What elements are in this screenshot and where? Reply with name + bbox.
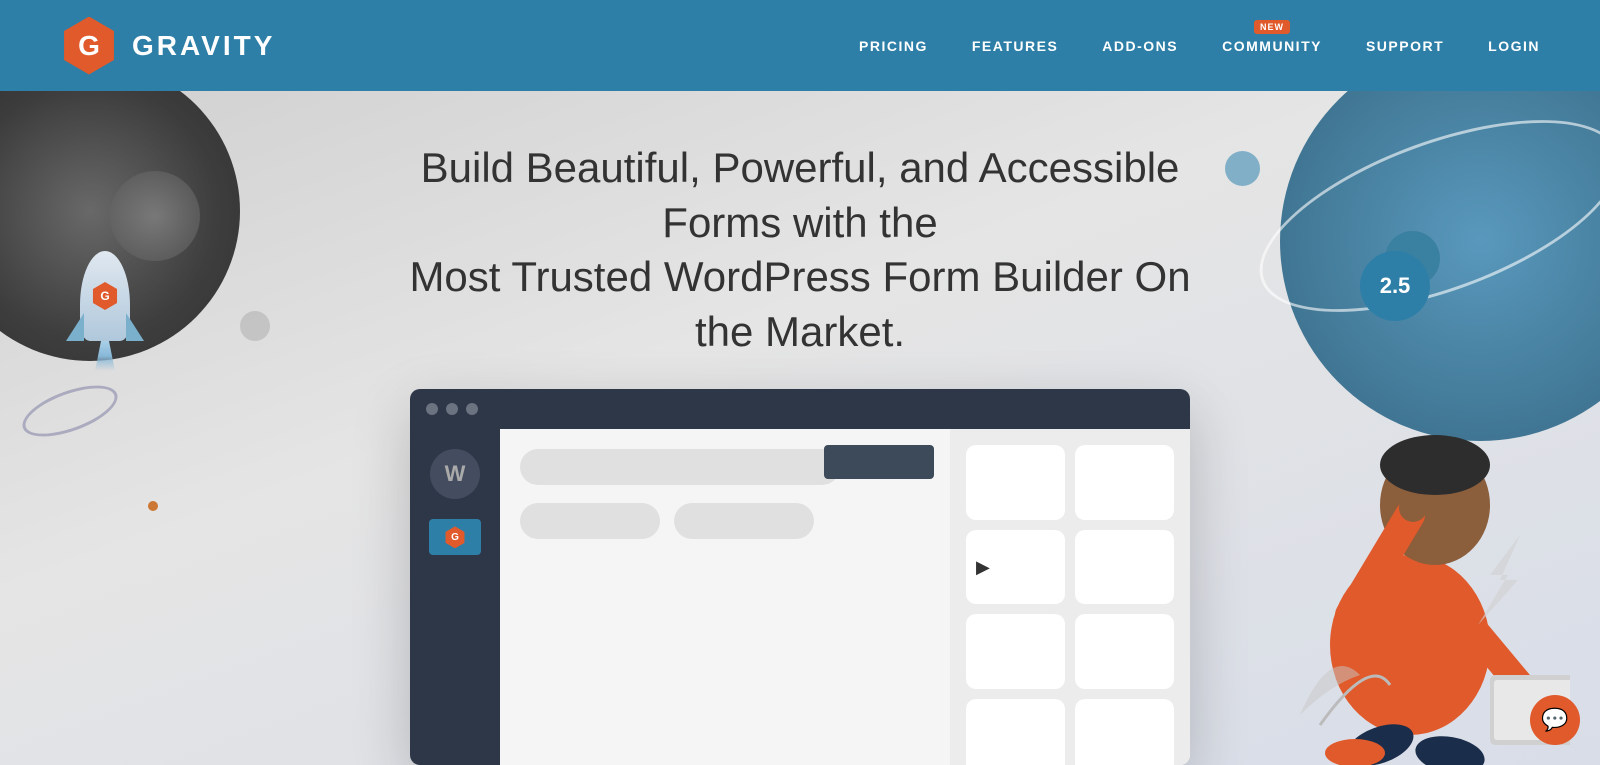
rocket-fin-left — [66, 313, 84, 341]
rocket-illustration: G — [60, 251, 150, 371]
browser-right-panel: ▶ — [950, 429, 1190, 765]
form-bar-left — [520, 503, 660, 539]
browser-main — [500, 429, 950, 765]
card-2 — [1075, 445, 1174, 520]
rocket-dot — [148, 501, 158, 511]
browser-mockup: W G ▶ — [410, 389, 1190, 765]
hero-section: G Build Beautiful, Powerful, and Accessi… — [0, 91, 1600, 765]
cursor-icon: ▶ — [976, 557, 990, 578]
browser-dot-2 — [446, 403, 458, 415]
sidebar-gravity-btn[interactable]: G — [429, 519, 481, 555]
chat-icon: 💬 — [1541, 707, 1568, 733]
nav-login[interactable]: LOGIN — [1488, 38, 1540, 54]
version-badge: 2.5 — [1360, 251, 1430, 321]
logo-area: G GRAVITY — [60, 17, 275, 75]
form-bars-row — [520, 503, 930, 539]
card-5 — [966, 614, 1065, 689]
hero-text: Build Beautiful, Powerful, and Accessibl… — [400, 141, 1200, 359]
browser-sidebar: W G — [410, 429, 500, 765]
bg-circle-blue-medium — [1225, 151, 1260, 186]
nav-community[interactable]: NEW COMMUNITY — [1222, 38, 1322, 54]
browser-dot-1 — [426, 403, 438, 415]
bg-circle-small — [110, 171, 200, 261]
sidebar-gravity-icon: G — [444, 526, 466, 548]
rocket-logo: G — [91, 282, 119, 310]
nav-features[interactable]: FEATURES — [972, 38, 1058, 54]
card-1 — [966, 445, 1065, 520]
hero-title: Build Beautiful, Powerful, and Accessibl… — [400, 141, 1200, 359]
rocket-fin-right — [126, 313, 144, 341]
logo-text: GRAVITY — [132, 30, 275, 62]
browser-titlebar — [410, 389, 1190, 429]
form-action-btn[interactable] — [824, 445, 934, 479]
nav-links: PRICING FEATURES ADD-ONS NEW COMMUNITY S… — [859, 38, 1540, 54]
rocket-flame — [95, 341, 115, 371]
card-4 — [1075, 530, 1174, 605]
card-7 — [966, 699, 1065, 765]
rocket-body: G — [80, 251, 130, 341]
planet-ring — [16, 375, 124, 447]
card-8 — [1075, 699, 1174, 765]
navbar: G GRAVITY PRICING FEATURES ADD-ONS NEW C… — [0, 0, 1600, 91]
nav-support[interactable]: SUPPORT — [1366, 38, 1444, 54]
browser-dot-3 — [466, 403, 478, 415]
logo-icon: G — [60, 17, 118, 75]
chat-button[interactable]: 💬 — [1530, 695, 1580, 745]
form-bar-right — [674, 503, 814, 539]
nav-pricing[interactable]: PRICING — [859, 38, 928, 54]
card-6 — [1075, 614, 1174, 689]
wp-icon: W — [430, 449, 480, 499]
nav-addons[interactable]: ADD-ONS — [1102, 38, 1178, 54]
browser-content: W G ▶ — [410, 429, 1190, 765]
card-3: ▶ — [966, 530, 1065, 605]
person-illustration — [1250, 365, 1570, 765]
form-bar-full — [520, 449, 840, 485]
community-badge: NEW — [1254, 20, 1290, 34]
bg-circle-tiny — [240, 311, 270, 341]
